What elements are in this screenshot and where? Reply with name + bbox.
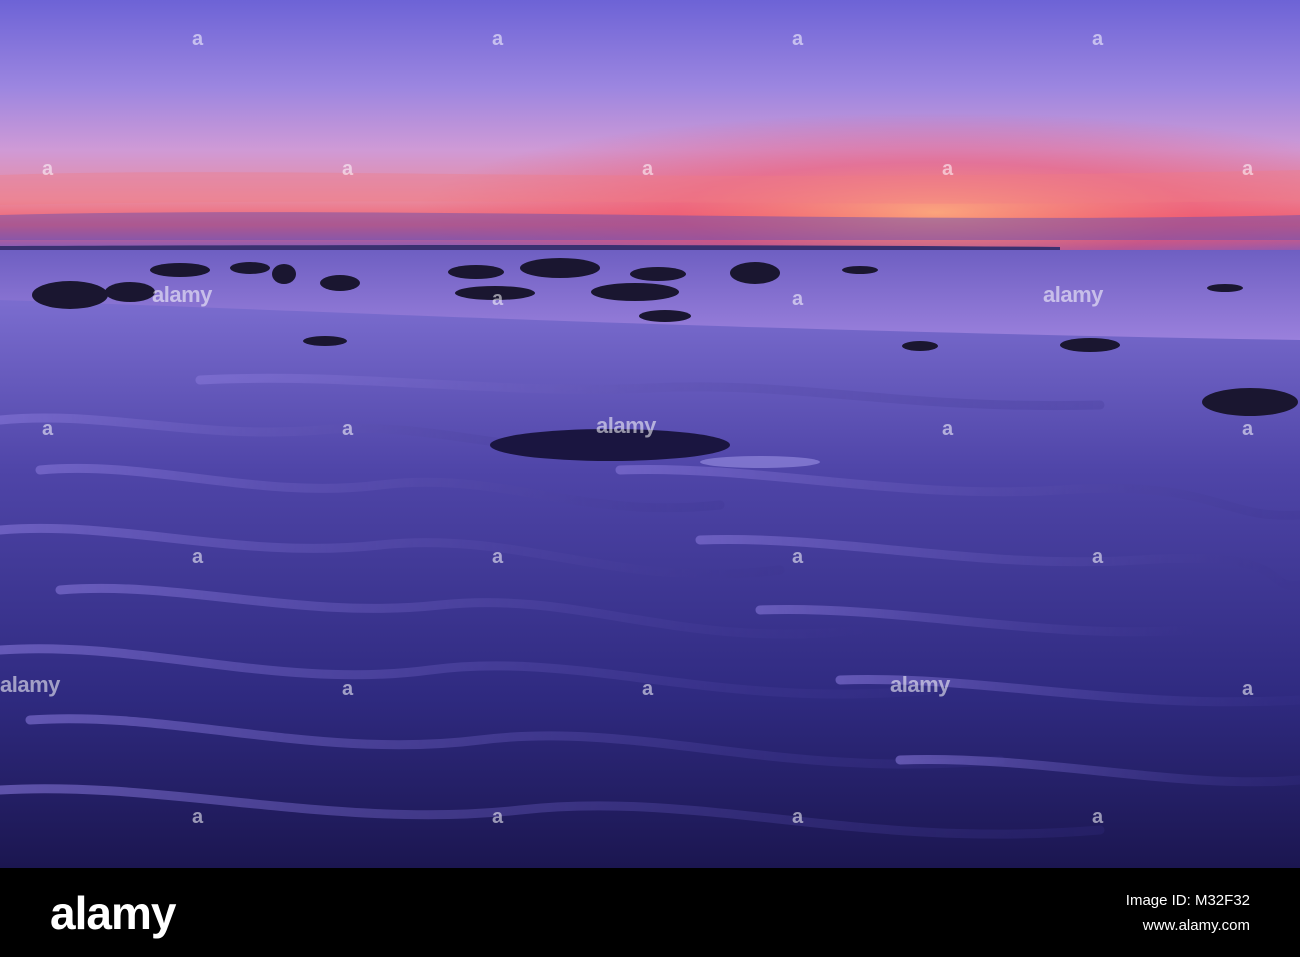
beach-scene-image [0, 0, 1300, 868]
image-id: Image ID: M32F32 [1125, 892, 1250, 909]
site-url: www.alamy.com [1142, 917, 1250, 934]
stock-photo-page: a a a a a a a a a alamy alamy a a alamy … [0, 0, 1300, 957]
beach-photo [0, 0, 1300, 868]
stock-footer-bar: alamy Image ID: M32F32 www.alamy.com [0, 868, 1300, 957]
alamy-logo: alamy [50, 887, 176, 939]
image-meta: Image ID: M32F32 www.alamy.com [1126, 888, 1250, 938]
